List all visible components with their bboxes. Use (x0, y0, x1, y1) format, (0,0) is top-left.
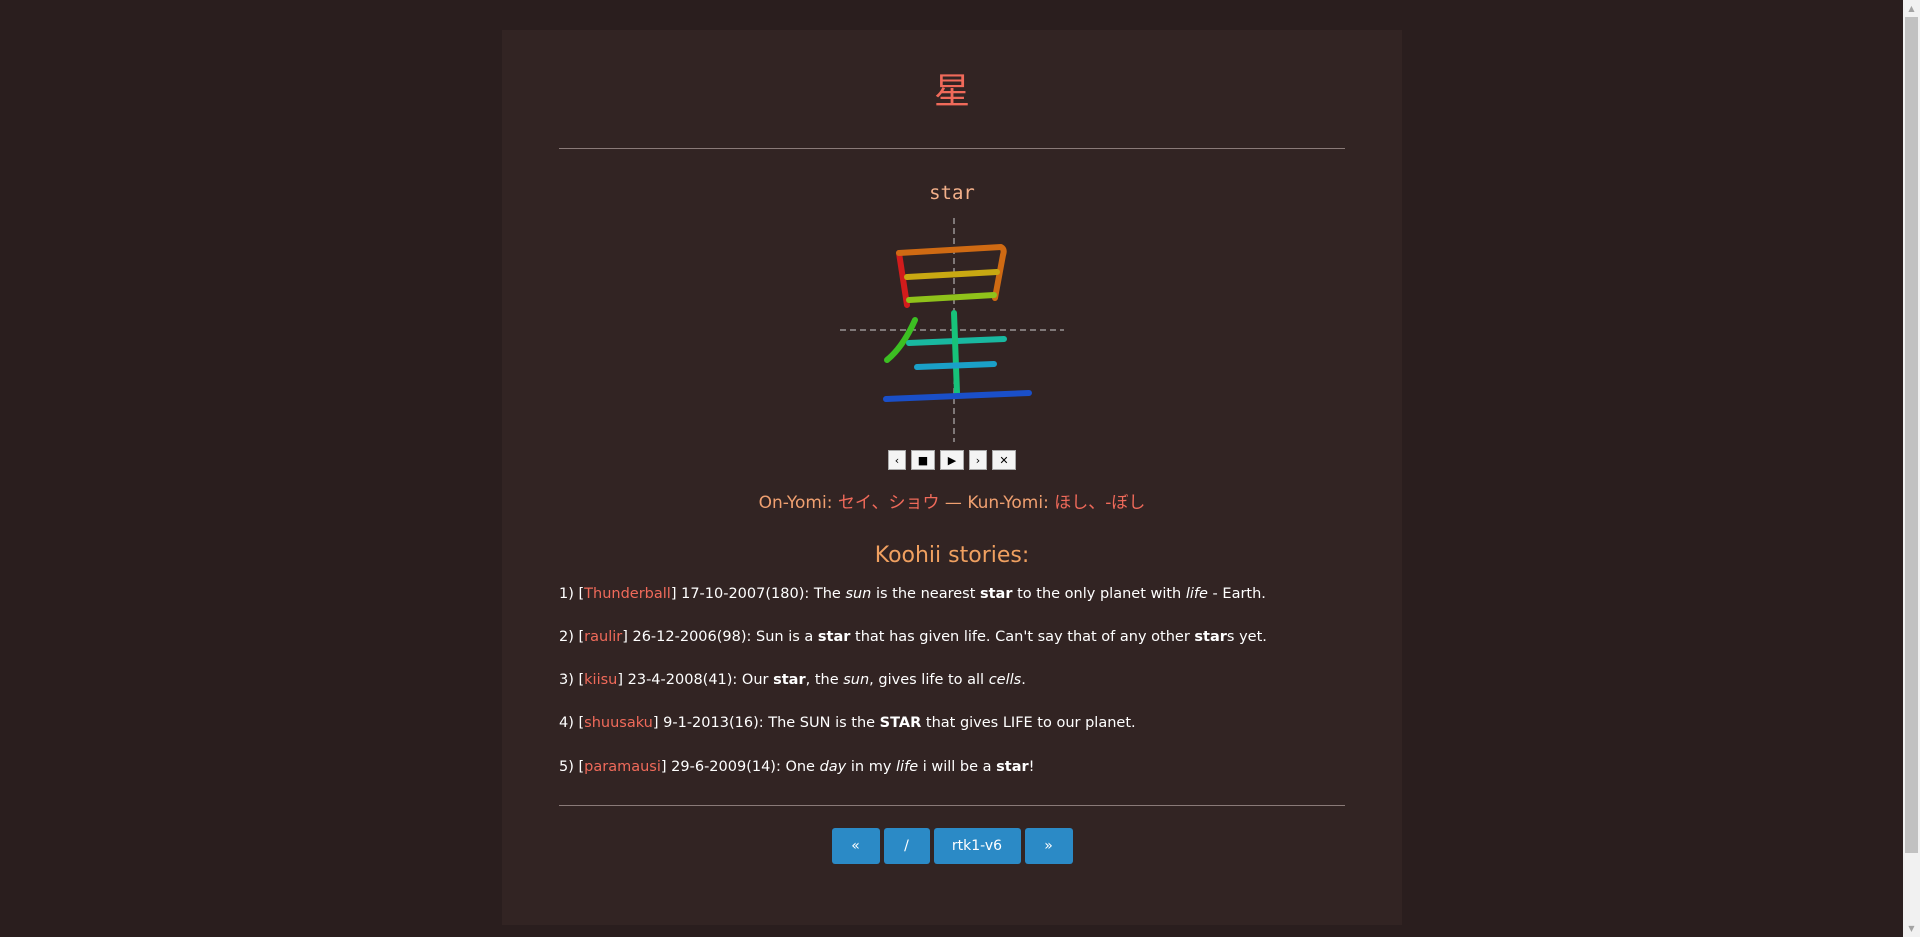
scroll-down-icon[interactable]: ▼ (1903, 920, 1920, 937)
story-text: life (896, 759, 919, 775)
kun-yomi-label: Kun-Yomi: (967, 493, 1049, 513)
story-meta: ] 23-4-2008(41): Our (617, 672, 774, 688)
stroke-7 (951, 310, 960, 396)
story-text: to the only planet with (1012, 586, 1186, 602)
prev-page-button[interactable]: « (831, 828, 880, 864)
next-page-button[interactable]: » (1024, 828, 1073, 864)
story-text: sun (843, 672, 870, 688)
story-author-link[interactable]: raulir (584, 629, 622, 645)
vertical-scrollbar[interactable]: ▲ ▼ (1903, 0, 1920, 937)
story-author-link[interactable]: kiisu (584, 672, 617, 688)
story-text: day (819, 759, 847, 775)
story-item: 3) [kiisu] 23-4-2008(41): Our star, the … (559, 672, 1345, 688)
story-text: life (1185, 586, 1208, 602)
story-author-link[interactable]: Thunderball (584, 586, 671, 602)
story-item: 5) [paramausi] 29-6-2009(14): One day in… (559, 759, 1345, 775)
story-item: 2) [raulir] 26-12-2006(98): Sun is a sta… (559, 629, 1345, 645)
story-text: that gives LIFE to our planet. (921, 715, 1136, 731)
story-text: sun (845, 586, 872, 602)
scrollbar-thumb[interactable] (1905, 17, 1918, 853)
current-deck-button[interactable]: rtk1-v6 (933, 828, 1021, 864)
story-item: 1) [Thunderball] 17-10-2007(180): The su… (559, 586, 1345, 602)
story-text: . (1021, 672, 1026, 688)
story-number: 1) [ (559, 586, 585, 602)
story-meta: ] 9-1-2013(16): The SUN is the (652, 715, 880, 731)
stroke-9 (883, 390, 1032, 402)
divider-bottom (559, 805, 1345, 806)
story-text: star (773, 672, 806, 688)
kanji-heading: 星 (933, 71, 970, 112)
story-text: star (817, 629, 851, 645)
next-stroke-button[interactable]: › (969, 450, 987, 470)
story-text: in my (846, 759, 897, 775)
story-text: star (1194, 629, 1227, 645)
scroll-up-icon[interactable]: ▲ (1903, 0, 1920, 17)
readings-line: On-Yomi: セイ、ショウ — Kun-Yomi: ほし、-ぼし (502, 488, 1402, 513)
stop-button[interactable]: ■ (911, 450, 935, 470)
story-text: , gives life to all (869, 672, 989, 688)
story-text: i will be a (918, 759, 997, 775)
story-text: s yet. (1226, 629, 1267, 645)
story-text: star (996, 759, 1029, 775)
stories-heading: Koohii stories: (874, 543, 1030, 568)
story-text: star (980, 586, 1013, 602)
on-yomi-label: On-Yomi: (758, 493, 833, 513)
story-number: 2) [ (559, 629, 585, 645)
prev-stroke-button[interactable]: ‹ (888, 450, 906, 470)
play-button[interactable]: ▶ (940, 450, 964, 470)
story-text: is the nearest (871, 586, 980, 602)
animation-controls: ‹ ■ ▶ › ✕ (502, 450, 1402, 470)
kanji-page: 星 star ‹ ■ ▶ › ✕ On-Yomi: セイ、ショウ — Kun-Y… (502, 30, 1402, 925)
stroke-8 (914, 361, 997, 370)
story-text: cells (988, 672, 1022, 688)
story-text: , the (805, 672, 844, 688)
stroke-4 (906, 292, 997, 303)
story-number: 4) [ (559, 715, 585, 731)
pagination: « / rtk1-v6 » (502, 828, 1402, 864)
story-meta: ] 29-6-2009(14): One (660, 759, 820, 775)
close-icon[interactable]: ✕ (992, 450, 1016, 470)
story-meta: ] 26-12-2006(98): Sun is a (622, 629, 818, 645)
story-author-link[interactable]: shuusaku (584, 715, 653, 731)
story-text: - Earth. (1207, 586, 1266, 602)
story-item: 4) [shuusaku] 9-1-2013(16): The SUN is t… (559, 715, 1345, 731)
readings-separator: — (944, 493, 962, 513)
story-number: 3) [ (559, 672, 585, 688)
index-button[interactable]: / (883, 828, 930, 864)
stroke-order-diagram (840, 218, 1064, 442)
story-meta: ] 17-10-2007(180): The (670, 586, 846, 602)
stroke-3 (904, 269, 1000, 280)
keyword-label: star (929, 182, 975, 204)
kun-yomi-value: ほし、-ぼし (1054, 493, 1146, 513)
story-text: ! (1028, 759, 1035, 775)
story-author-link[interactable]: paramausi (584, 759, 661, 775)
on-yomi-value: セイ、ショウ (837, 493, 940, 513)
story-text: that has given life. Can't say that of a… (850, 629, 1195, 645)
story-number: 5) [ (559, 759, 585, 775)
divider-top (559, 148, 1345, 149)
story-text: STAR (879, 715, 922, 731)
